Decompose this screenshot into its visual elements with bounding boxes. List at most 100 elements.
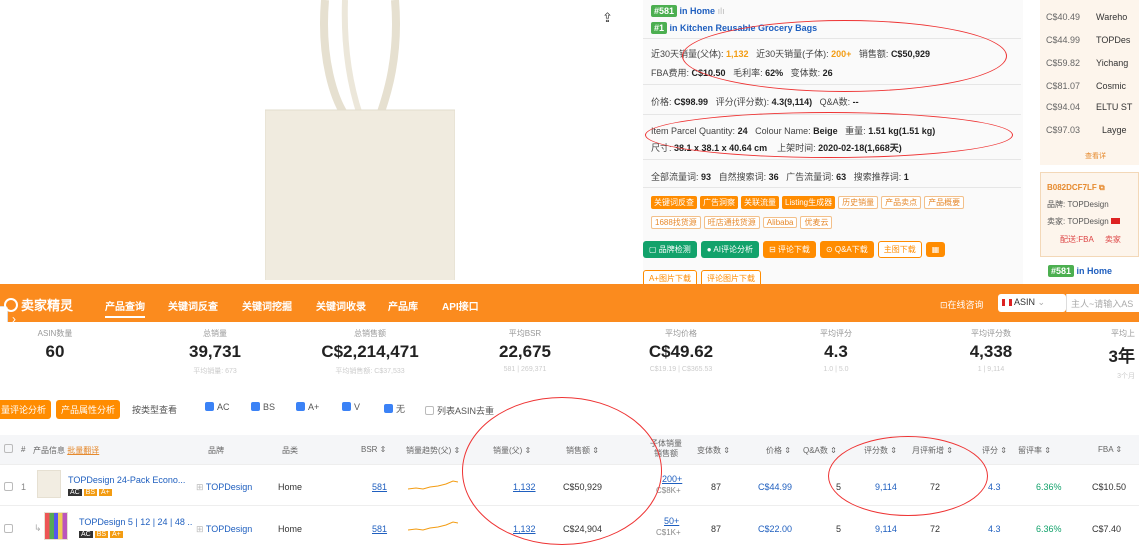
product-thumbnail[interactable]	[37, 470, 61, 498]
rank-home[interactable]: #581 in Home ılı	[651, 5, 725, 17]
logo-icon	[4, 298, 18, 312]
tag-keyword-reverse[interactable]: 关键词反查	[651, 196, 697, 209]
main-image-download-button[interactable]: 主图下载	[877, 241, 922, 258]
competitor-row[interactable]: C$59.82 Yichang	[1046, 58, 1128, 68]
page-root: ⇪ #581 in Home ılı #1 in Kitchen Reusabl…	[0, 0, 1139, 545]
nav-keyword-mining[interactable]: 关键词挖掘	[242, 298, 292, 313]
col-qa[interactable]: Q&A数 ⇕	[803, 445, 837, 456]
stat-asin-count: ASIN数量 60	[37, 329, 73, 361]
stat-total-revenue: 总销售额 C$2,214,471 平均销售额: C$37,533	[321, 329, 419, 375]
nav-product-library[interactable]: 产品库	[388, 298, 418, 313]
nav-api[interactable]: API接口	[442, 298, 479, 313]
filter-bs[interactable]: BS	[251, 402, 275, 412]
sales-trend-sparkline[interactable]	[408, 478, 458, 492]
col-review-rate[interactable]: 留评率 ⇕	[1018, 445, 1051, 456]
nav-keyword-index[interactable]: 关键词收录	[316, 298, 366, 313]
child-sales-cell[interactable]: 50+	[664, 516, 679, 526]
tag-1688[interactable]: 1688找货源	[651, 216, 701, 229]
dedupe-checkbox[interactable]: 列表ASIN去重	[425, 404, 494, 417]
variant-rank[interactable]: #581 in Home	[1048, 265, 1112, 277]
tag-history-sales[interactable]: 历史销量	[838, 196, 879, 209]
ai-review-button[interactable]: ● AI评论分析	[700, 241, 759, 258]
competitor-row[interactable]: C$97.03 Layge	[1046, 125, 1127, 135]
col-brand[interactable]: 品牌	[208, 445, 224, 456]
competitor-row[interactable]: C$40.49 Wareho	[1046, 12, 1127, 22]
product-thumbnail[interactable]	[44, 512, 68, 540]
qa-download-button[interactable]: ⊙ Q&A下载	[819, 241, 874, 258]
competitor-row[interactable]: C$44.99 TOPDes	[1046, 35, 1130, 45]
tag-selling-points[interactable]: 产品卖点	[881, 196, 922, 209]
col-sales-trend[interactable]: 销量趋势(父) ⇕	[406, 445, 460, 456]
col-price[interactable]: 价格 ⇕	[766, 445, 791, 456]
tag-summary[interactable]: 产品概要	[924, 196, 965, 209]
brand-check-button[interactable]: ▢ 品牌检测	[643, 241, 697, 258]
detail-row-price: 价格: C$98.99 评分(评分数): 4.3(9,114) Q&A数: --	[651, 97, 859, 107]
tote-bag-image[interactable]	[265, 0, 455, 280]
col-rating[interactable]: 评分 ⇕	[982, 445, 1007, 456]
competitor-row[interactable]: C$81.07 Cosmic	[1046, 81, 1126, 91]
canada-flag-icon	[1002, 299, 1012, 306]
batch-translate-link[interactable]: 批量翻译	[67, 446, 99, 455]
variant-asin[interactable]: B082DCF7LF ⧉	[1047, 183, 1105, 193]
brand-cell[interactable]: ⊞ TOPDesign	[196, 482, 252, 493]
col-variants[interactable]: 变体数 ⇕	[697, 445, 730, 456]
tag-wangdiantong[interactable]: 旺店通找货源	[703, 216, 760, 229]
flag-icon	[1110, 218, 1120, 224]
bsr-cell[interactable]: 581	[372, 482, 387, 492]
product-title[interactable]: TOPDesign 24-Pack Econo...	[68, 475, 185, 485]
row-checkbox[interactable]	[4, 524, 16, 534]
rank-home-badge: #581	[651, 5, 678, 17]
filter-aplus[interactable]: A+	[296, 402, 319, 412]
tag-listing-generator[interactable]: Listing生成器	[782, 196, 836, 209]
sales-trend-sparkline[interactable]	[408, 519, 458, 533]
product-title[interactable]: TOPDesign 5 | 12 | 24 | 48 ..	[79, 517, 192, 527]
price-cell[interactable]: C$22.00	[758, 524, 792, 534]
share-icon[interactable]: ⇪	[602, 10, 616, 26]
attribute-analysis-button[interactable]: 产品属性分析	[56, 400, 121, 419]
tool-tags: 关键词反查 广告洞察 关联流量 Listing生成器 历史销量 产品卖点 产品概要	[651, 196, 967, 209]
nav-product-query[interactable]: 产品查询	[105, 298, 145, 318]
col-fba[interactable]: FBA ⇕	[1098, 445, 1122, 454]
price-cell[interactable]: C$44.99	[758, 482, 792, 492]
variant-fba: 配送:FBA 卖家	[1060, 235, 1121, 244]
review-download-button[interactable]: ⊟ 评论下载	[762, 241, 816, 258]
annotation-ellipse	[828, 436, 988, 516]
rating-cell[interactable]: 4.3	[988, 482, 1001, 492]
brand-cell[interactable]: ⊞ TOPDesign	[196, 524, 252, 535]
search-input[interactable]: 主人~请输入AS	[1066, 294, 1139, 312]
stat-avg-reviews: 平均评分数 4,338 1 | 9,114	[969, 329, 1013, 373]
tag-alibaba[interactable]: Alibaba	[762, 217, 798, 228]
review-rate-cell: 6.36%	[1036, 482, 1062, 492]
monthly-reviews-cell: 72	[930, 524, 941, 534]
filter-v[interactable]: V	[342, 402, 360, 412]
view-more-link[interactable]: 查看详	[1085, 151, 1106, 161]
online-service-link[interactable]: ⊡在线咨询	[940, 298, 984, 311]
competitor-row[interactable]: C$94.04 ELTU ST	[1046, 102, 1132, 112]
col-product-info[interactable]: 产品信息 批量翻译	[33, 445, 99, 456]
col-category[interactable]: 品类	[282, 445, 298, 456]
fba-cell: C$10.50	[1092, 482, 1127, 492]
bsr-cell[interactable]: 581	[372, 524, 387, 534]
reviews-cell[interactable]: 9,114	[875, 524, 897, 534]
stat-avg-bsr: 平均BSR 22,675 581 | 269,371	[499, 329, 551, 373]
country-select[interactable]: ASIN ⌄	[998, 294, 1066, 312]
review-analysis-button[interactable]: 量评论分析	[0, 400, 52, 419]
rating-cell[interactable]: 4.3	[988, 524, 1001, 534]
bar-chart-icon[interactable]: ılı	[718, 6, 725, 16]
col-bsr[interactable]: BSR ⇕	[361, 445, 386, 454]
tag-ad-insight[interactable]: 广告洞察	[700, 196, 738, 209]
rank-home-label[interactable]: in Home	[680, 6, 716, 16]
calculator-icon[interactable]: ▦	[925, 242, 946, 257]
detail-row-keywords: 全部流量词: 93 自然搜索词: 36 广告流量词: 63 搜索推荐词: 1	[651, 172, 909, 182]
view-by-type-label: 按类型查看	[132, 405, 178, 415]
nav-keyword-reverse[interactable]: 关键词反查	[168, 298, 218, 313]
chevron-down-icon: ⌄	[1037, 297, 1046, 307]
tag-youmaiyun[interactable]: 优麦云	[800, 216, 833, 229]
row-checkbox[interactable]	[4, 482, 16, 492]
logo[interactable]: 卖家精灵	[4, 295, 73, 314]
tag-related-traffic[interactable]: 关联流量	[741, 196, 779, 209]
filter-none[interactable]: 无	[384, 402, 405, 415]
select-all-checkbox[interactable]	[4, 444, 16, 454]
filter-ac[interactable]: AC	[205, 402, 230, 412]
child-sales-cell[interactable]: 200+	[662, 474, 682, 484]
